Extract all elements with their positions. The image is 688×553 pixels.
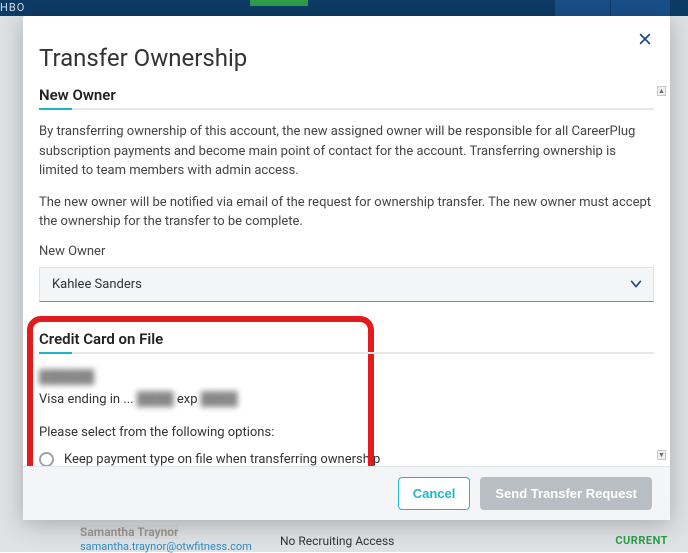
chevron-down-icon [629, 277, 643, 291]
ownership-description-1: By transferring ownership of this accoun… [39, 122, 654, 181]
card-last4-masked: ████ [137, 392, 174, 407]
send-transfer-request-button[interactable]: Send Transfer Request [480, 477, 652, 510]
option-keep-payment[interactable]: Keep payment type on file when transferr… [39, 452, 654, 467]
modal-title: Transfer Ownership [39, 44, 247, 72]
card-brand-text: Visa ending in ... [39, 392, 137, 407]
user-name: Samantha Traynor [80, 525, 178, 539]
transfer-ownership-modal: Transfer Ownership ▲ ▼ New Owner By tran… [23, 16, 670, 520]
nav-fragment: HBO [0, 1, 25, 14]
user-status-badge: CURRENT [615, 534, 668, 547]
app-topbar: HBO [0, 0, 688, 16]
cardholder-name-masked: ██████ [39, 369, 94, 385]
new-owner-select[interactable]: Kahlee Sanders [39, 267, 654, 302]
user-access: No Recruiting Access [280, 534, 394, 548]
card-summary-line: Visa ending in ... ████ exp ████ [39, 391, 654, 407]
topbar-slot [610, 0, 670, 16]
credit-card-heading: Credit Card on File [39, 330, 654, 354]
new-owner-heading: New Owner [39, 86, 654, 110]
close-icon [638, 30, 652, 51]
ownership-description-2: The new owner will be notified via email… [39, 193, 654, 232]
topbar-accent [250, 0, 308, 6]
topbar-slot [554, 0, 610, 16]
payment-options-label: Please select from the following options… [39, 425, 654, 440]
user-row-background: Samantha Traynor samantha.traynor@otwfit… [80, 525, 678, 552]
modal-body: New Owner By transferring ownership of t… [23, 78, 670, 466]
new-owner-selected-value: Kahlee Sanders [52, 277, 142, 292]
card-exp-masked: ████ [201, 392, 238, 407]
card-exp-label: exp [174, 392, 201, 407]
user-email: samantha.traynor@otwfitness.com [80, 540, 252, 553]
close-button[interactable] [638, 32, 652, 50]
cancel-button[interactable]: Cancel [398, 477, 471, 510]
credit-card-section: Credit Card on File ██████ Visa ending i… [39, 330, 654, 467]
option-keep-label: Keep payment type on file when transferr… [64, 452, 380, 467]
modal-footer: Cancel Send Transfer Request [23, 466, 670, 520]
new-owner-field-label: New Owner [39, 244, 654, 259]
radio-icon [39, 452, 54, 467]
